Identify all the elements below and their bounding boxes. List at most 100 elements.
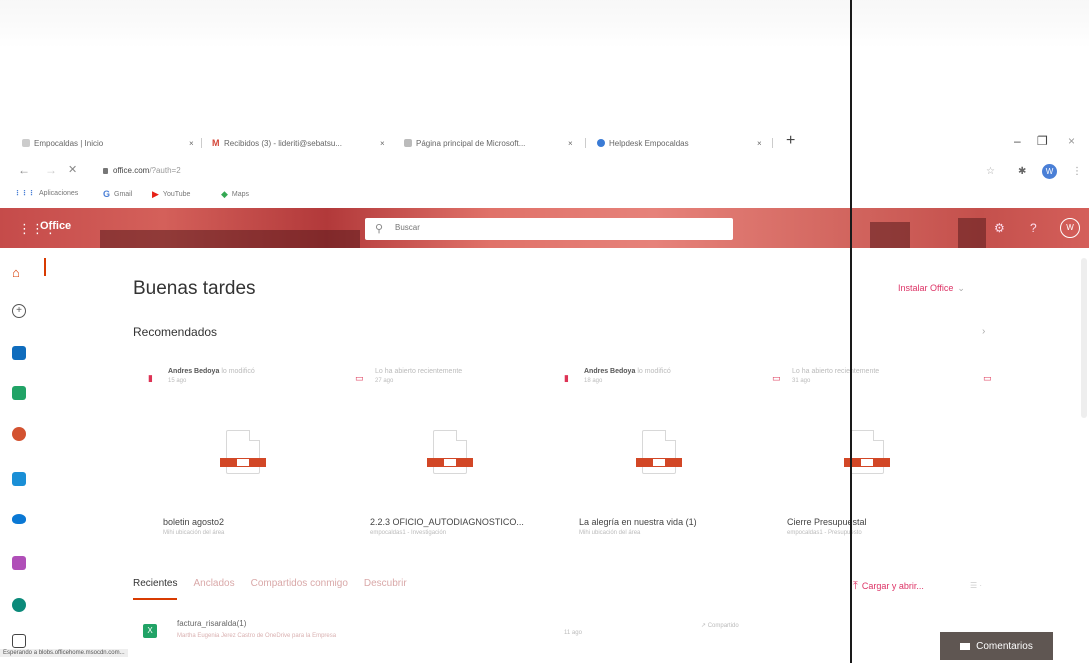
- header-photo-silhouette: [100, 230, 360, 248]
- tab-label: Página principal de Microsoft...: [416, 138, 526, 148]
- card-activity: ▭ Lo ha abierto recientemente 31 ago: [772, 365, 972, 395]
- tab-anclados[interactable]: Anclados: [193, 578, 234, 600]
- close-icon[interactable]: ×: [568, 136, 573, 150]
- close-icon[interactable]: ×: [757, 136, 762, 150]
- card-date: 18 ago: [584, 378, 603, 384]
- outlook-icon[interactable]: [12, 346, 26, 360]
- browser-tab-2[interactable]: Página principal de Microsoft...: [404, 136, 525, 150]
- bookmark-maps[interactable]: ◆ Maps: [221, 189, 249, 200]
- close-window-button[interactable]: ×: [1068, 134, 1075, 148]
- card-activity-text: Lo ha abierto recientemente: [375, 368, 463, 375]
- card-activity-text: Andres Bedoya lo modificó: [584, 368, 671, 375]
- card-file-name: Cierre Presupuestal: [787, 517, 867, 527]
- card-activity-text: Andres Bedoya lo modificó: [168, 368, 255, 375]
- recommended-card[interactable]: ▭ Lo ha abierto recientemente 27 ago 2.2…: [355, 365, 555, 545]
- search-box[interactable]: ⚲: [365, 218, 733, 240]
- page-scrollbar[interactable]: [1081, 258, 1087, 418]
- browser-tab-0[interactable]: Empocaldas | Inicio: [22, 136, 103, 150]
- extensions-icon[interactable]: ✱: [1018, 166, 1026, 177]
- powerpoint-icon[interactable]: [12, 427, 26, 441]
- comment-icon: [960, 642, 971, 650]
- bookmark-gmail[interactable]: G Gmail: [103, 189, 132, 199]
- tab-recientes[interactable]: Recientes: [133, 578, 178, 600]
- office-brand[interactable]: Office: [40, 220, 71, 232]
- chevron-right-icon[interactable]: ›: [982, 326, 985, 337]
- card-person: Andres Bedoya: [168, 368, 220, 375]
- user-avatar[interactable]: W: [1060, 218, 1080, 238]
- new-tab-button[interactable]: +: [786, 132, 795, 150]
- minimize-button[interactable]: –: [1014, 134, 1021, 148]
- browser-tab-3[interactable]: Helpdesk Empocaldas: [597, 136, 689, 150]
- file-date: 11 ago: [564, 630, 582, 636]
- folder-open-icon: ▭: [772, 373, 781, 383]
- home-active-indicator: [44, 258, 46, 276]
- card-activity-text: Lo ha abierto recientemente: [792, 368, 880, 375]
- feedback-button[interactable]: Comentarios: [940, 632, 1053, 660]
- all-apps-icon[interactable]: [12, 634, 26, 648]
- install-office-button[interactable]: Instalar Office ⌄: [898, 283, 965, 294]
- back-arrow-icon[interactable]: ←: [18, 163, 30, 177]
- card-file-location: Mihi ubicación del área: [163, 530, 225, 536]
- url-host: office.com: [113, 166, 150, 175]
- file-share-label: Compartido: [707, 623, 739, 629]
- star-icon[interactable]: ☆: [986, 166, 995, 177]
- header-photo-silhouette: [870, 222, 910, 248]
- card-file-name: 2.2.3 OFICIO_AUTODIAGNOSTICO...: [370, 517, 524, 527]
- google-icon: G: [103, 189, 111, 199]
- document-thumbnail: [850, 430, 884, 474]
- card-date: 15 ago: [168, 378, 187, 384]
- word-icon[interactable]: [12, 472, 26, 486]
- bookmark-youtube[interactable]: ▶ YouTube: [152, 189, 190, 200]
- excel-icon[interactable]: [12, 386, 26, 400]
- close-icon[interactable]: ×: [380, 136, 385, 150]
- view-options-button[interactable]: ☰ ·: [970, 581, 982, 590]
- bookmarks-bar: ⋮⋮⋮ Aplicaciones G Gmail ▶ YouTube ◆ Map…: [0, 186, 1089, 202]
- chevron-down-icon: ⌄: [957, 283, 965, 293]
- profile-avatar[interactable]: W: [1042, 164, 1057, 179]
- forward-arrow-icon[interactable]: →: [45, 163, 57, 177]
- settings-gear-icon[interactable]: ⚙: [994, 221, 1005, 235]
- sharepoint-icon[interactable]: [12, 598, 26, 612]
- stop-loading-icon[interactable]: ✕: [68, 163, 77, 176]
- card-file-location: Mihi ubicación del área: [579, 530, 641, 536]
- card-activity: ▮ Andres Bedoya lo modificó 15 ago: [148, 365, 348, 395]
- browser-status-bar: Esperando a blobs.officehome.msocdn.com.…: [0, 649, 128, 657]
- close-icon[interactable]: ×: [189, 136, 194, 150]
- bookmark-label: Gmail: [114, 190, 133, 198]
- document-thumbnail: [226, 430, 260, 474]
- upload-open-button[interactable]: ⤒ Cargar y abrir...: [853, 580, 924, 593]
- help-icon[interactable]: ?: [1030, 221, 1037, 235]
- file-name: factura_risaralda(1): [177, 619, 247, 628]
- home-icon[interactable]: ⌂: [12, 266, 26, 280]
- onedrive-icon[interactable]: [12, 514, 26, 524]
- recent-tabs: Recientes Anclados Compartidos conmigo D…: [133, 578, 407, 600]
- recommended-card[interactable]: ▮ Andres Bedoya lo modificó 18 ago La al…: [564, 365, 764, 545]
- card-file-location: empocaldas1 - Investigación: [370, 530, 447, 536]
- card-file-name: boletin agosto2: [163, 517, 225, 527]
- folder-open-icon: ▭: [355, 373, 364, 383]
- document-thumbnail: [642, 430, 676, 474]
- create-plus-icon[interactable]: +: [12, 304, 26, 318]
- recommended-card[interactable]: ▭ Lo ha abierto recientemente 31 ago Cie…: [772, 365, 972, 545]
- restore-button[interactable]: ❐: [1037, 134, 1048, 148]
- pdf-file-icon: [427, 458, 473, 467]
- tab-descubrir[interactable]: Descubrir: [364, 578, 407, 600]
- file-row[interactable]: X factura_risaralda(1) Martha Eugenia Je…: [133, 614, 853, 650]
- bookmark-label: Aplicaciones: [39, 189, 79, 197]
- search-input[interactable]: [395, 223, 695, 232]
- pdf-file-icon: [220, 458, 266, 467]
- recommended-card[interactable]: ▮ Andres Bedoya lo modificó 15 ago bolet…: [148, 365, 348, 545]
- bookmark-apps[interactable]: ⋮⋮⋮ Aplicaciones: [14, 189, 79, 198]
- recommended-heading: Recomendados: [133, 325, 218, 339]
- url-field[interactable]: office.com/?auth=2: [113, 166, 181, 175]
- onenote-icon[interactable]: [12, 556, 26, 570]
- page-title: Buenas tardes: [133, 278, 256, 299]
- browser-tab-1[interactable]: M Recibidos (3) - lideriti@sebatsu...: [212, 136, 342, 150]
- browser-tab-strip: Empocaldas | Inicio × M Recibidos (3) - …: [0, 128, 1089, 154]
- tab-compartidos[interactable]: Compartidos conmigo: [251, 578, 348, 600]
- menu-dots-icon[interactable]: ⋮: [1072, 166, 1082, 177]
- install-office-label: Instalar Office: [898, 283, 954, 293]
- tab-divider: [201, 138, 202, 148]
- tab-divider: [585, 138, 586, 148]
- card-activity: ▮ Andres Bedoya lo modificó 18 ago: [564, 365, 764, 395]
